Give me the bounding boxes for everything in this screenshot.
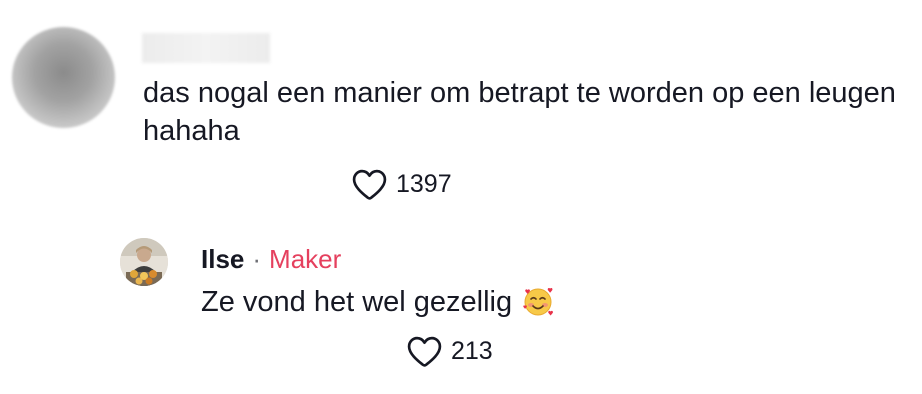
comment-like-button[interactable]: 1397 [351,168,452,201]
reply-separator: · [252,244,262,274]
heart-icon[interactable] [351,168,388,201]
comment-like-count: 1397 [396,170,452,198]
creator-badge: Maker [269,244,342,274]
reply-author-avatar[interactable] [120,238,168,286]
commenter-username-redacted[interactable] [142,33,270,63]
reply-like-count: 213 [451,337,493,365]
heart-icon[interactable] [406,335,443,368]
commenter-avatar[interactable] [12,27,115,128]
comment-text: das nogal een manier om betrapt te worde… [143,77,896,147]
reply-text-row: Ze vond het wel gezellig [201,283,554,321]
avatar-photo [120,238,168,286]
reply-header: Ilse · Maker [201,241,341,277]
reply-author-name[interactable]: Ilse [201,241,244,277]
smiling-face-with-hearts-icon [523,288,554,316]
reply-text: Ze vond het wel gezellig [201,286,513,318]
reply-like-button[interactable]: 213 [406,335,493,368]
